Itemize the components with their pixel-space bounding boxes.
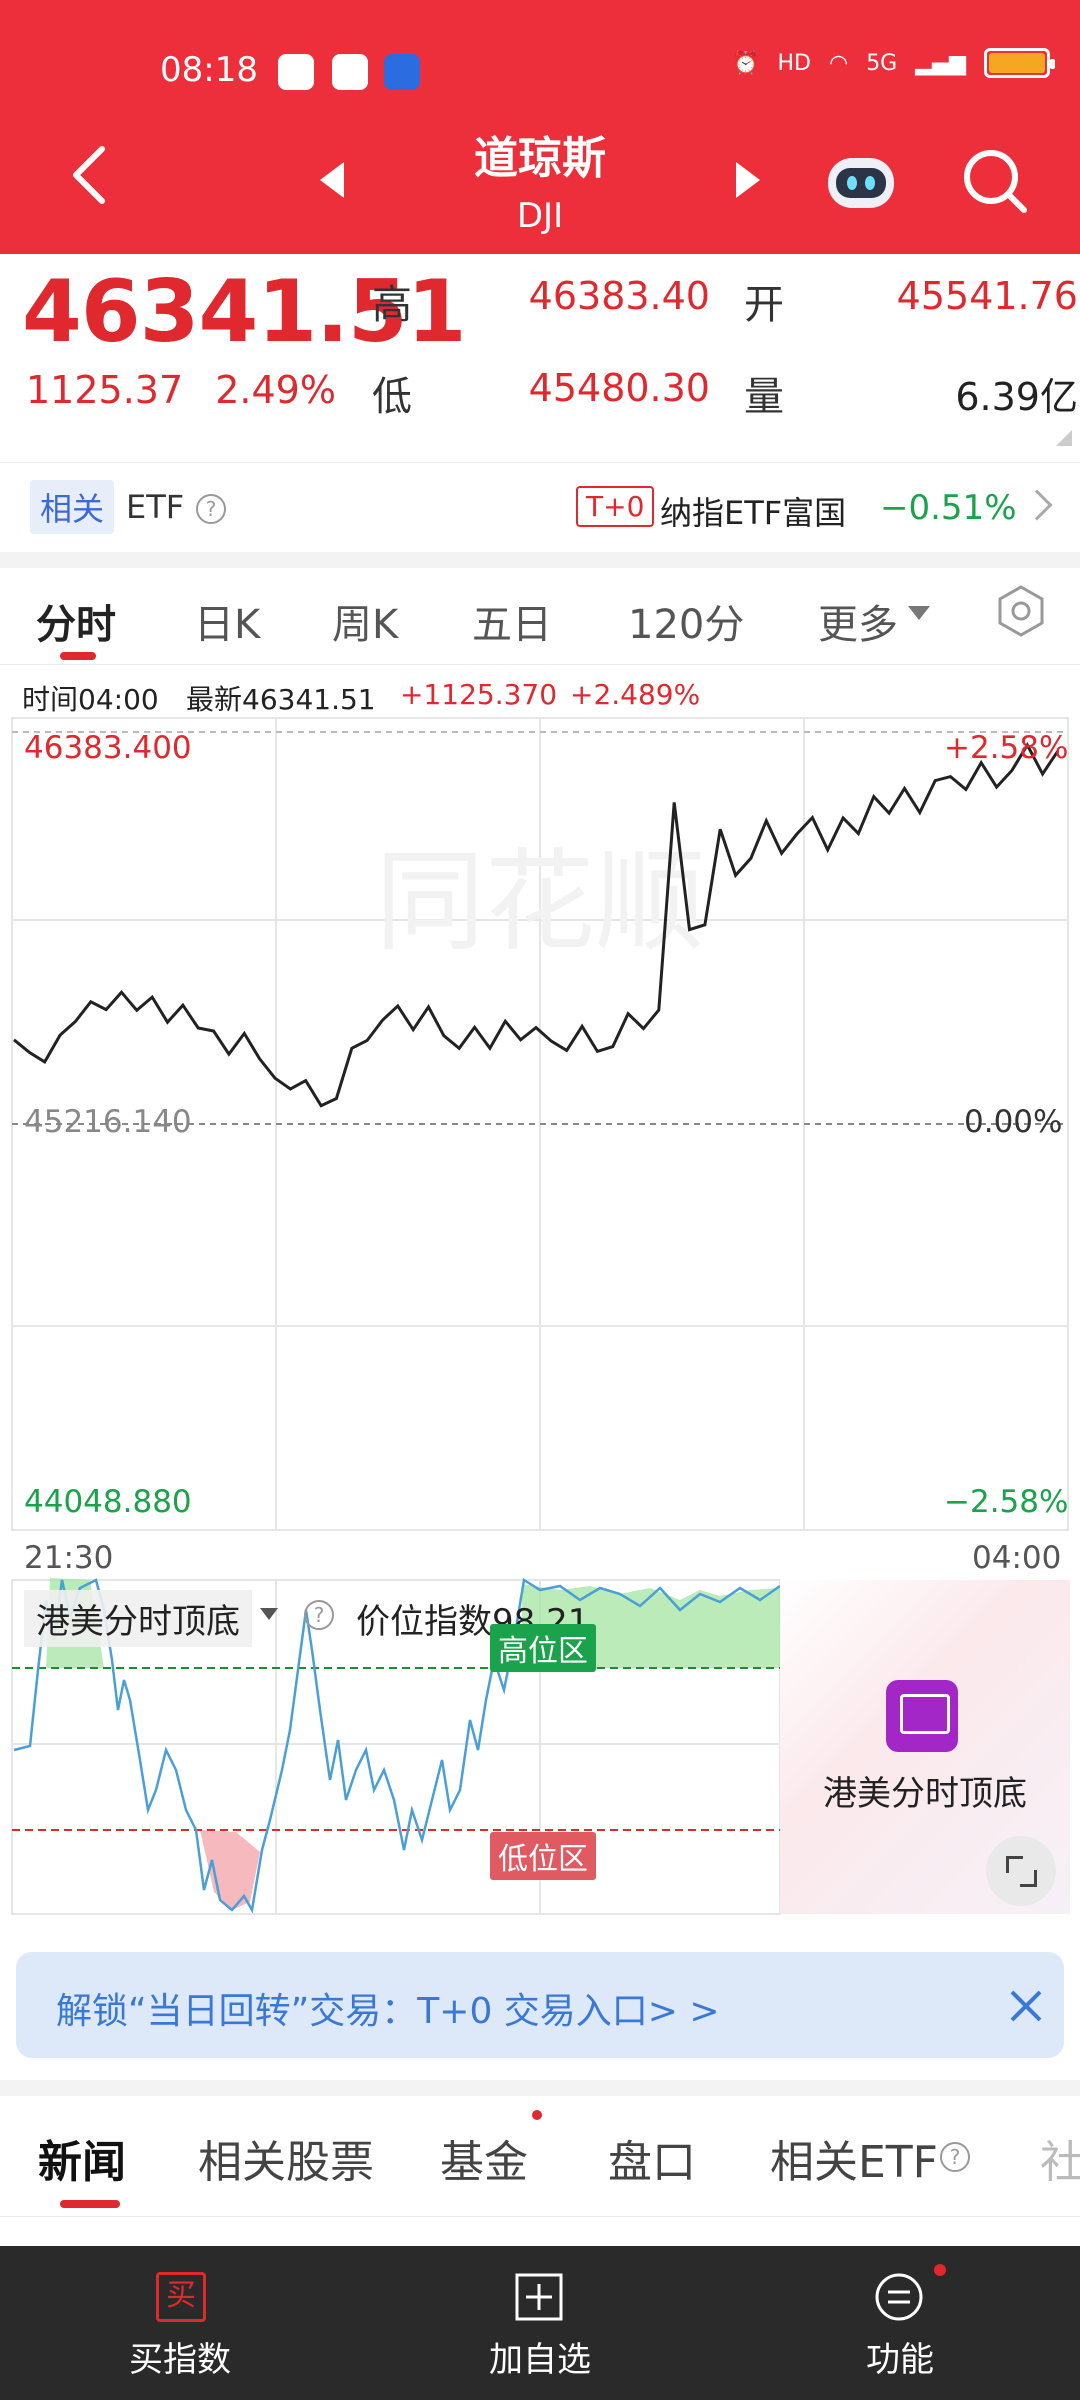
related-etf-name[interactable]: 纳指ETF富国	[660, 488, 846, 534]
functions-button[interactable]: 功能	[800, 2332, 1000, 2381]
chevron-right-icon[interactable]	[1021, 489, 1053, 521]
close-icon[interactable]	[1006, 1986, 1046, 2026]
pct-axis-mid: 0.00%	[964, 1104, 1063, 1140]
x-axis-start: 21:30	[24, 1540, 114, 1576]
tab-more[interactable]: 更多	[818, 592, 898, 650]
divider	[0, 664, 1080, 665]
active-tab-indicator	[60, 2200, 120, 2208]
x-axis-end: 04:00	[972, 1540, 1062, 1576]
indicator-app-icon[interactable]	[886, 1680, 958, 1752]
etf-label: ETF	[126, 488, 185, 526]
change-percent: 2.49%	[215, 368, 336, 412]
next-index-icon[interactable]	[736, 162, 760, 198]
add-watchlist-button[interactable]: 加自选	[440, 2332, 640, 2381]
tab-news[interactable]: 新闻	[38, 2126, 126, 2190]
tab-related-etf[interactable]: 相关ETF	[770, 2126, 938, 2190]
related-etf-change: −0.51%	[880, 488, 1017, 528]
tab-120min[interactable]: 120分	[628, 592, 744, 650]
app-header: 08:18 ⏰ HD ◠ 5G ▂▄▆ 道琼斯 DJI	[0, 0, 1080, 254]
low-value: 45480.30	[528, 366, 710, 410]
tab-weekly-k[interactable]: 周K	[332, 592, 398, 650]
low-label: 低	[372, 374, 412, 420]
hd-icon: HD	[777, 50, 811, 76]
signal-icon: ▂▄▆	[915, 50, 966, 76]
bottom-action-bar: 买 买指数 加自选 功能	[0, 2246, 1080, 2400]
settings-icon[interactable]	[994, 584, 1048, 638]
indicator-promo-label[interactable]: 港美分时顶底	[780, 1766, 1070, 1815]
notification-dot	[934, 2264, 946, 2276]
price-change: 1125.37 2.49%	[26, 368, 336, 412]
status-time: 08:18	[160, 50, 258, 90]
t0-badge: T+0	[576, 486, 655, 527]
wifi-icon: ◠	[828, 50, 849, 76]
notification-dot	[532, 2110, 542, 2120]
pct-axis-low: −2.58%	[944, 1484, 1069, 1520]
buy-icon[interactable]: 买	[156, 2272, 206, 2322]
robot-assistant-icon[interactable]	[824, 150, 898, 214]
tab-intraday[interactable]: 分时	[36, 592, 116, 650]
status-app-icon	[384, 54, 420, 90]
volume-label: 量	[744, 374, 784, 420]
status-indicators: ⏰ HD ◠ 5G ▂▄▆	[732, 48, 1055, 78]
section-separator	[0, 2080, 1080, 2096]
t0-promo-banner[interactable]: 解锁“当日回转”交易：T+0 交易入口> >	[16, 1952, 1064, 2058]
related-tag: 相关	[30, 480, 115, 534]
dropdown-icon[interactable]	[260, 1608, 278, 1620]
fullscreen-icon[interactable]	[986, 1836, 1056, 1906]
divider	[0, 2216, 1080, 2217]
svg-text:同花顺: 同花顺	[375, 838, 705, 966]
status-app-icon	[332, 54, 368, 90]
crosshair-change: +1125.370	[400, 678, 558, 711]
tab-related-stocks[interactable]: 相关股票	[198, 2126, 374, 2190]
crosshair-percent: +2.489%	[570, 678, 701, 711]
dropdown-icon[interactable]	[908, 606, 930, 620]
battery-icon	[984, 48, 1055, 78]
divider	[0, 462, 1080, 463]
tab-funds[interactable]: 基金	[440, 2126, 528, 2190]
volume-value: 6.39亿	[955, 375, 1078, 419]
banner-text[interactable]: 解锁“当日回转”交易：T+0 交易入口> >	[56, 1982, 720, 2034]
y-axis-mid: 45216.140	[24, 1104, 192, 1140]
open-label: 开	[744, 282, 784, 328]
high-value: 46383.40	[528, 274, 710, 318]
low-zone-badge: 低位区	[490, 1832, 596, 1880]
expand-corner-icon[interactable]	[1056, 430, 1072, 446]
change-value: 1125.37	[26, 368, 184, 412]
y-axis-low: 44048.880	[24, 1484, 192, 1520]
help-icon[interactable]: ?	[304, 1600, 334, 1630]
help-icon[interactable]: ?	[196, 494, 226, 524]
menu-icon[interactable]	[874, 2272, 924, 2322]
page-subtitle: DJI	[516, 196, 564, 236]
indicator-selector[interactable]: 港美分时顶底	[24, 1590, 252, 1647]
section-separator	[0, 552, 1080, 568]
status-app-icon	[278, 54, 314, 90]
page-title: 道琼斯	[474, 133, 606, 184]
alarm-icon: ⏰	[732, 50, 760, 76]
open-value: 45541.76	[896, 274, 1078, 318]
tab-five-day[interactable]: 五日	[472, 592, 552, 650]
add-watchlist-icon[interactable]	[514, 2272, 564, 2322]
signal-label: 5G	[866, 50, 898, 76]
high-label: 高	[372, 282, 412, 328]
pct-axis-high: +2.58%	[944, 730, 1069, 766]
tab-daily-k[interactable]: 日K	[194, 592, 260, 650]
y-axis-high: 46383.400	[24, 730, 192, 766]
tab-community[interactable]: 社	[1040, 2126, 1080, 2190]
buy-index-button[interactable]: 买指数	[80, 2332, 280, 2381]
active-tab-indicator	[60, 652, 96, 660]
tab-order-book[interactable]: 盘口	[608, 2126, 696, 2190]
search-icon[interactable]	[960, 146, 1030, 216]
help-icon[interactable]: ?	[940, 2142, 970, 2172]
high-zone-badge: 高位区	[490, 1624, 596, 1672]
